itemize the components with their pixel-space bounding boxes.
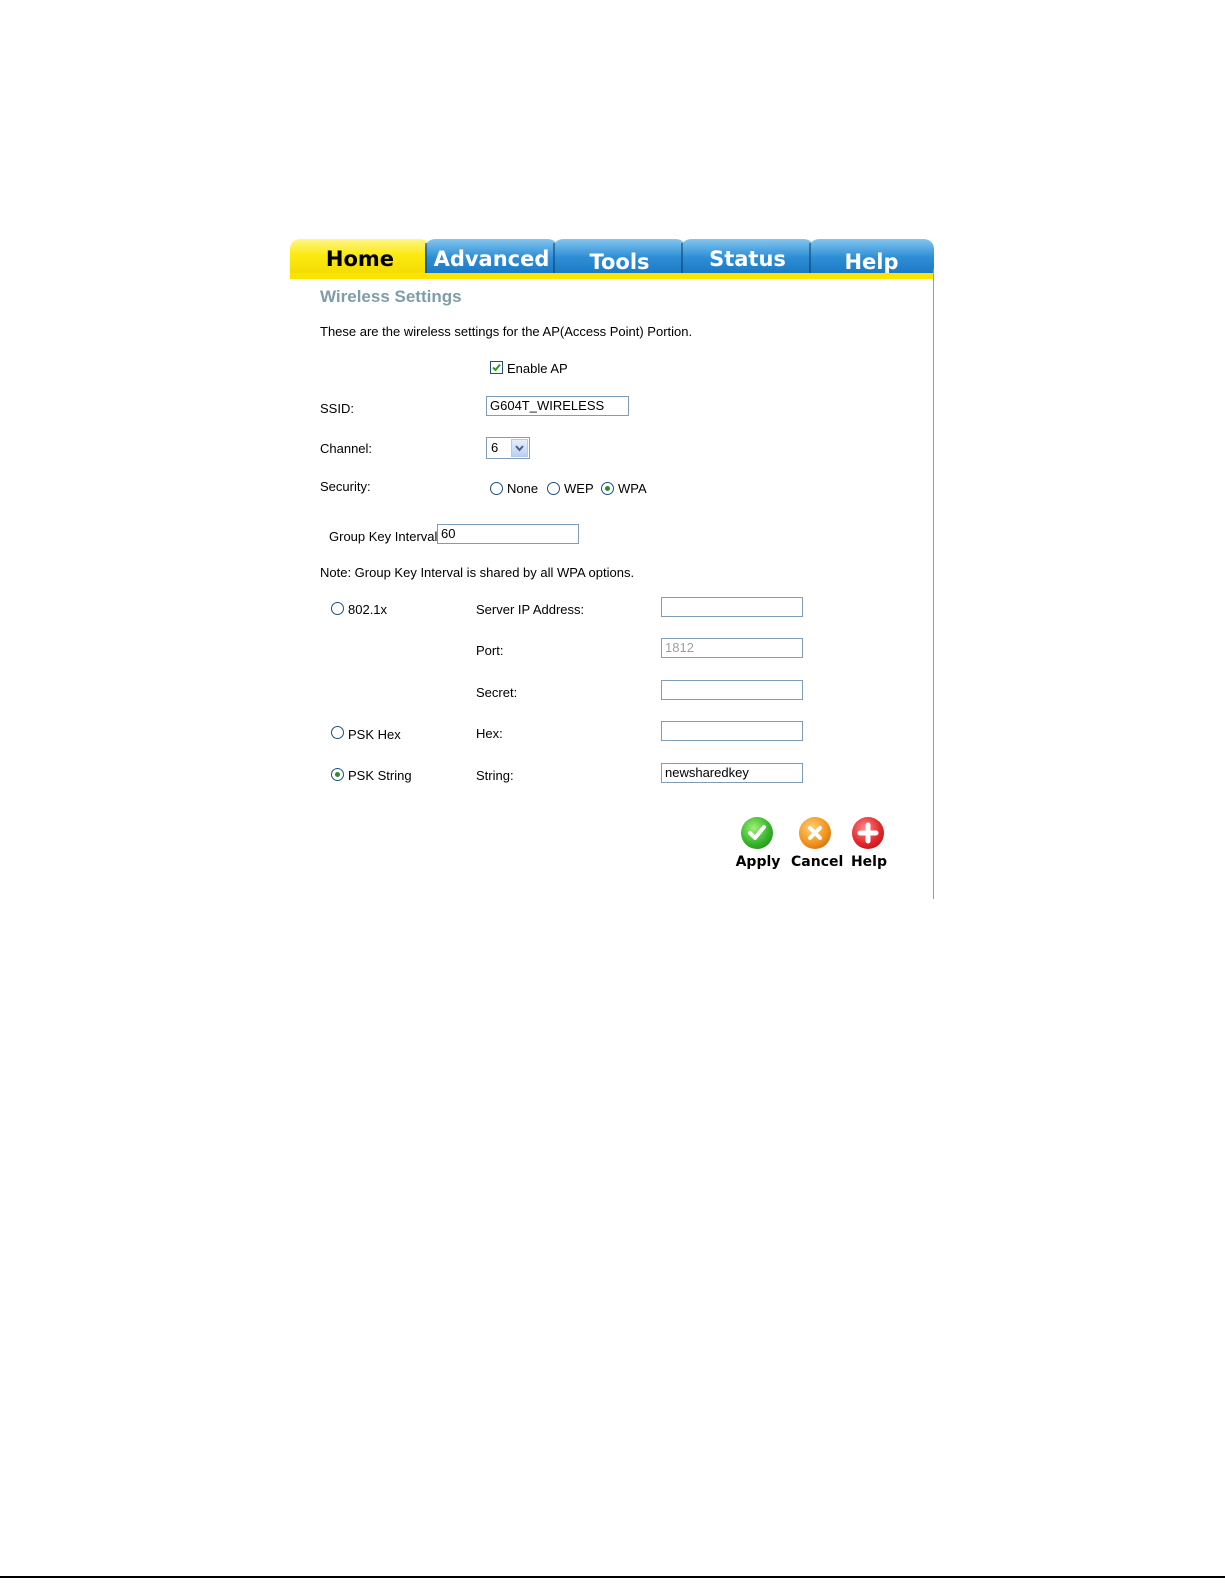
group-key-interval-label: Group Key Interval: bbox=[329, 529, 441, 544]
security-radio-none[interactable] bbox=[490, 482, 503, 495]
tab-underline bbox=[290, 273, 934, 279]
secret-input[interactable] bbox=[661, 680, 803, 700]
security-option-none: None bbox=[507, 481, 539, 496]
tab-advanced-label: Advanced bbox=[433, 247, 550, 271]
security-radio-wep[interactable] bbox=[547, 482, 560, 495]
cancel-label: Cancel bbox=[791, 854, 844, 870]
plus-icon bbox=[852, 817, 884, 849]
wpa-mode-psk-string-label: PSK String bbox=[348, 768, 412, 783]
channel-select[interactable]: 6 bbox=[486, 437, 530, 459]
wpa-mode-radio-psk-string[interactable] bbox=[331, 768, 344, 781]
close-icon bbox=[799, 817, 831, 849]
port-input[interactable]: 1812 bbox=[661, 638, 803, 658]
wpa-mode-radio-psk-hex[interactable] bbox=[331, 726, 344, 739]
wireless-settings-panel: Home Advanced Tools Status Help Wireless… bbox=[290, 239, 934, 899]
checkmark-icon bbox=[492, 363, 501, 372]
group-key-interval-input[interactable]: 60 bbox=[437, 524, 579, 544]
string-label: String: bbox=[476, 768, 514, 783]
help-label: Help bbox=[850, 854, 888, 870]
security-label: Security: bbox=[320, 479, 371, 494]
secret-label: Secret: bbox=[476, 685, 518, 700]
string-input[interactable]: newsharedkey bbox=[661, 763, 803, 783]
server-ip-input[interactable] bbox=[661, 597, 803, 617]
wpa-mode-psk-hex-label: PSK Hex bbox=[348, 727, 401, 742]
server-ip-label: Server IP Address: bbox=[476, 602, 585, 617]
checkmark-icon bbox=[741, 817, 773, 849]
security-option-wpa: WPA bbox=[618, 481, 647, 496]
tab-tools-label: Tools bbox=[589, 250, 650, 274]
tab-help-label: Help bbox=[844, 250, 899, 274]
enable-ap-checkbox[interactable] bbox=[490, 361, 503, 374]
page-title: Wireless Settings bbox=[320, 287, 462, 306]
hex-label: Hex: bbox=[476, 726, 503, 741]
port-label: Port: bbox=[476, 643, 504, 658]
panel-right-border bbox=[933, 269, 934, 899]
hex-input[interactable] bbox=[661, 721, 803, 741]
security-radio-wpa[interactable] bbox=[601, 482, 614, 495]
cancel-button[interactable]: Cancel bbox=[791, 817, 844, 877]
help-button[interactable]: Help bbox=[844, 817, 894, 877]
group-key-note: Note: Group Key Interval is shared by al… bbox=[320, 565, 635, 580]
apply-label: Apply bbox=[735, 854, 781, 870]
chevron-down-icon[interactable] bbox=[511, 439, 528, 457]
security-option-wep: WEP bbox=[564, 481, 594, 496]
enable-ap-label: Enable AP bbox=[507, 361, 568, 376]
ssid-label: SSID: bbox=[320, 401, 354, 416]
channel-value: 6 bbox=[491, 440, 499, 455]
tab-home-label: Home bbox=[325, 247, 395, 271]
wpa-mode-radio-8021x[interactable] bbox=[331, 602, 344, 615]
tab-bar: Home Advanced Tools Status Help bbox=[290, 239, 934, 279]
channel-label: Channel: bbox=[320, 441, 373, 456]
page-description: These are the wireless settings for the … bbox=[320, 324, 693, 339]
page-footer-rule bbox=[0, 1576, 1225, 1578]
ssid-input[interactable]: G604T_WIRELESS bbox=[486, 396, 629, 416]
wpa-mode-8021x-label: 802.1x bbox=[348, 602, 388, 617]
tab-status-label: Status bbox=[709, 247, 786, 271]
apply-button[interactable]: Apply bbox=[733, 817, 783, 877]
